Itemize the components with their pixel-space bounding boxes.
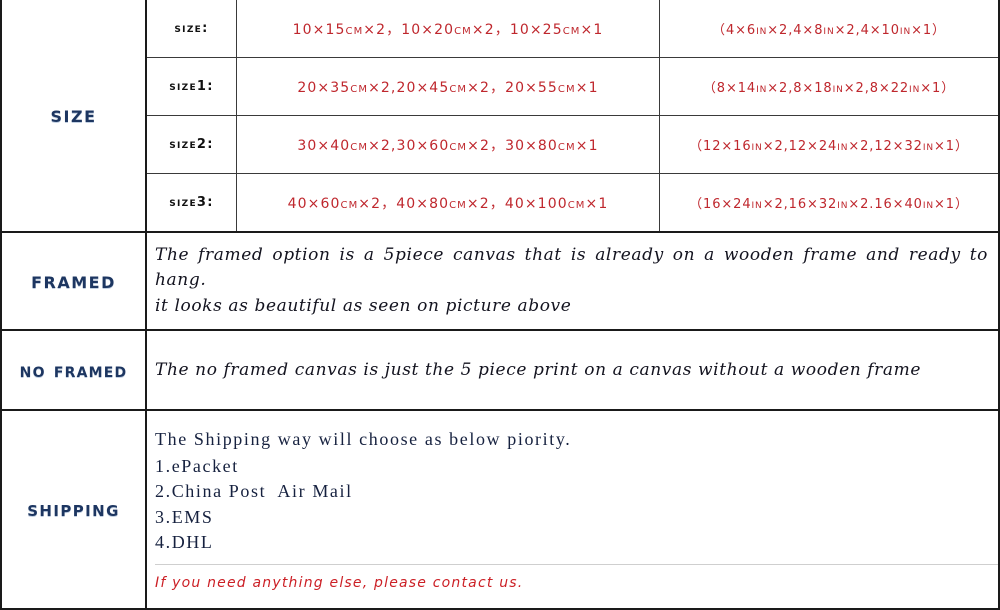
size-row-cm-value: 30×40cm×2,30×60cm×2，30×80cm×1 (297, 137, 599, 154)
shipping-heading: The Shipping way will choose as below pi… (155, 429, 572, 450)
size-row-key: size3: (147, 174, 237, 231)
size-row-inch-cell: （16×24in×2,16×32in×2.16×40in×1） (660, 174, 998, 231)
size-row-inch-value: （12×16in×2,12×24in×2,12×32in×1） (689, 139, 969, 154)
framed-description-line-1: The framed option is a 5piece canvas tha… (155, 244, 988, 291)
size-row-inch-cell: （8×14in×2,8×18in×2,8×22in×1） (660, 58, 998, 115)
no-framed-section-label: No Framed (19, 358, 128, 382)
table-row: size2: 30×40cm×2,30×60cm×2，30×80cm×1 （12… (147, 116, 998, 174)
table-row: size: 10×15cm×2，10×20cm×2，10×25cm×1 （4×6… (147, 0, 998, 58)
shipping-section-label-cell: Shipping (2, 411, 145, 608)
framed-section-label-cell: Framed (2, 233, 145, 329)
no-framed-section: No Framed The no framed canvas is just t… (0, 331, 1000, 411)
shipping-section: Shipping The Shipping way will choose as… (0, 411, 1000, 610)
size-row-cm-cell: 10×15cm×2，10×20cm×2，10×25cm×1 (237, 0, 660, 57)
product-info-sheet: Size size: 10×15cm×2，10×20cm×2，10×25cm×1… (0, 0, 1000, 610)
size-row-cm-cell: 20×35cm×2,20×45cm×2，20×55cm×1 (237, 58, 660, 115)
no-framed-description: The no framed canvas is just the 5 piece… (155, 359, 922, 380)
contact-us-note: If you need anything else, please contac… (155, 574, 524, 591)
list-item: 1.ePacket (155, 455, 239, 476)
size-row-inch-cell: （12×16in×2,12×24in×2,12×32in×1） (660, 116, 998, 173)
table-row: size1: 20×35cm×2,20×45cm×2，20×55cm×1 （8×… (147, 58, 998, 116)
size-row-cm-value: 20×35cm×2,20×45cm×2，20×55cm×1 (297, 79, 599, 96)
framed-section-label: Framed (31, 267, 116, 294)
size-row-key: size2: (147, 116, 237, 173)
size-row-inch-cell: （4×6in×2,4×8in×2,4×10in×1） (660, 0, 998, 57)
size-row-key: size: (147, 0, 237, 57)
no-framed-section-label-cell: No Framed (2, 331, 145, 409)
shipping-section-label: Shipping (27, 497, 120, 521)
framed-section: Framed The framed option is a 5piece can… (0, 233, 1000, 331)
size-section: Size size: 10×15cm×2，10×20cm×2，10×25cm×1… (0, 0, 1000, 233)
size-row-inch-value: （8×14in×2,8×18in×2,8×22in×1） (702, 81, 956, 96)
size-section-label: Size (50, 102, 97, 128)
size-row-cm-cell: 30×40cm×2,30×60cm×2，30×80cm×1 (237, 116, 660, 173)
no-framed-section-body: The no framed canvas is just the 5 piece… (145, 331, 998, 409)
size-section-label-cell: Size (2, 0, 145, 231)
table-row: size3: 40×60cm×2，40×80cm×2，40×100cm×1 （1… (147, 174, 998, 231)
size-row-inch-value: （16×24in×2,16×32in×2.16×40in×1） (689, 197, 969, 212)
framed-section-body: The framed option is a 5piece canvas tha… (145, 233, 998, 329)
size-row-cm-value: 10×15cm×2，10×20cm×2，10×25cm×1 (292, 21, 604, 38)
list-item: 4.DHL (155, 532, 214, 553)
size-row-cm-value: 40×60cm×2，40×80cm×2，40×100cm×1 (287, 195, 609, 212)
shipping-footer-divider: If you need anything else, please contac… (155, 563, 998, 592)
list-item: 2.China Post Air Mail (155, 481, 353, 502)
size-row-key: size1: (147, 58, 237, 115)
size-table: size: 10×15cm×2，10×20cm×2，10×25cm×1 （4×6… (145, 0, 998, 231)
list-item: 3.EMS (155, 506, 214, 527)
size-row-inch-value: （4×6in×2,4×8in×2,4×10in×1） (712, 23, 946, 38)
shipping-section-body: The Shipping way will choose as below pi… (145, 411, 998, 608)
framed-description-line-2: it looks as beautiful as seen on picture… (155, 295, 572, 316)
size-row-cm-cell: 40×60cm×2，40×80cm×2，40×100cm×1 (237, 174, 660, 231)
